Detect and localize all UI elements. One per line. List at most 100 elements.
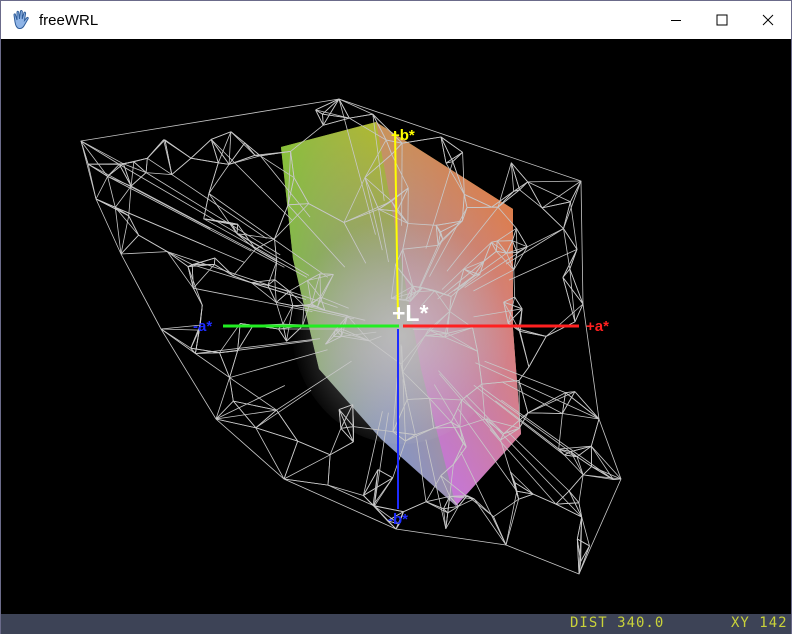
title-bar[interactable]: freeWRL — [1, 1, 791, 39]
mesh-edge — [167, 251, 291, 293]
mesh-edge — [505, 499, 519, 546]
mesh-edge — [190, 157, 219, 164]
mesh-edge — [519, 181, 528, 191]
mesh-edge — [327, 484, 364, 496]
mesh-edge — [215, 377, 230, 420]
mesh-edge — [574, 303, 584, 322]
mesh-edge — [581, 516, 590, 547]
mesh-edge — [445, 151, 463, 164]
mesh-edge — [276, 409, 299, 442]
mesh-edge — [128, 186, 132, 216]
mesh-edge — [518, 328, 530, 368]
mesh-edge — [244, 142, 261, 157]
minimize-icon — [671, 20, 681, 21]
mesh-edge — [120, 251, 168, 255]
window-title: freeWRL — [39, 11, 99, 29]
mesh-edge — [123, 161, 134, 165]
mesh-edge — [87, 164, 97, 200]
mesh-edge — [167, 251, 193, 265]
mesh-edge — [114, 185, 132, 208]
mesh-edge — [171, 157, 192, 175]
b-minus-label: -b* — [388, 511, 408, 528]
mesh-edge — [497, 189, 520, 208]
mesh-edge — [192, 288, 203, 306]
mesh-edge — [138, 234, 168, 252]
mesh-edge — [520, 331, 547, 337]
mesh-edge — [95, 176, 108, 200]
3d-viewport[interactable]: +b* -b* +a* -a* +L* — [1, 39, 791, 614]
mesh-edge — [363, 495, 375, 507]
mesh-edge — [590, 418, 600, 447]
dist-readout: DIST 340.0 — [570, 615, 665, 631]
mesh-edge — [516, 228, 518, 253]
mesh-edge — [171, 174, 267, 239]
mesh-edge — [145, 172, 281, 256]
mesh-edge — [146, 172, 172, 175]
mesh-edge — [582, 466, 592, 476]
mesh-edge — [208, 162, 219, 194]
mesh-edge — [533, 493, 557, 505]
mesh-edge — [513, 181, 528, 192]
mesh-edge — [440, 136, 447, 164]
mesh-edge — [120, 234, 139, 255]
mesh-edge — [107, 176, 116, 208]
mesh-edge — [501, 399, 614, 480]
mesh-edge — [244, 142, 256, 156]
maximize-button[interactable] — [699, 1, 745, 39]
mesh-edge — [130, 172, 147, 187]
xy-readout: XY 142 — [731, 615, 788, 631]
gamut-scene: +b* -b* +a* -a* +L* — [80, 98, 622, 575]
mesh-edge — [119, 164, 264, 249]
mesh-edge — [146, 139, 164, 159]
mesh-edge — [505, 491, 518, 546]
mesh-edge — [563, 228, 571, 270]
mesh-edge — [160, 328, 196, 354]
mesh-edge — [327, 454, 331, 486]
l-axis-label: +L* — [392, 300, 428, 326]
mesh-edge — [519, 189, 543, 209]
mesh-edge — [401, 143, 403, 226]
mesh-edge — [95, 198, 206, 246]
mesh-edge — [297, 440, 331, 456]
mesh-edge — [203, 218, 278, 261]
mesh-edge — [133, 161, 147, 173]
a-plus-label: +a* — [586, 318, 609, 335]
minimize-button[interactable] — [653, 1, 699, 39]
mesh-edge — [120, 215, 130, 255]
mesh-edge — [570, 180, 582, 202]
mesh-edge — [123, 163, 147, 173]
mesh-edge — [349, 113, 373, 119]
mesh-edge — [251, 282, 277, 303]
mesh-edge — [377, 469, 393, 479]
mesh-edge — [518, 380, 529, 414]
mesh-edge — [167, 251, 189, 267]
mesh-edge — [555, 503, 582, 518]
mesh-edge — [545, 303, 584, 337]
mesh-edge — [80, 140, 108, 177]
mesh-edge — [516, 228, 528, 248]
mesh-edge — [164, 139, 173, 175]
b-plus-label: +b* — [391, 127, 415, 144]
mesh-edge — [228, 131, 232, 165]
mesh-edge — [570, 201, 578, 250]
mesh-edge — [228, 142, 246, 165]
mesh-edge — [466, 495, 494, 518]
mesh-edge — [527, 412, 563, 414]
mesh-edge — [510, 162, 529, 183]
mesh-edge — [527, 181, 571, 203]
mesh-edge — [518, 493, 534, 500]
freewrl-window: freeWRL +b* -b* +a* -a* +L* DIST 340.0 X… — [0, 0, 792, 634]
close-icon — [762, 14, 774, 26]
mesh-edge — [425, 496, 450, 503]
mesh-edge — [192, 264, 302, 299]
close-button[interactable] — [745, 1, 791, 39]
mesh-edge — [329, 441, 354, 456]
mesh-edge — [508, 249, 578, 281]
mesh-edge — [327, 484, 374, 506]
mesh-edge — [486, 417, 582, 518]
mesh-edge — [283, 454, 331, 480]
mesh-edge — [228, 155, 261, 165]
window-controls — [653, 1, 791, 39]
mesh-edge — [527, 228, 564, 248]
mesh-edge — [255, 238, 275, 250]
